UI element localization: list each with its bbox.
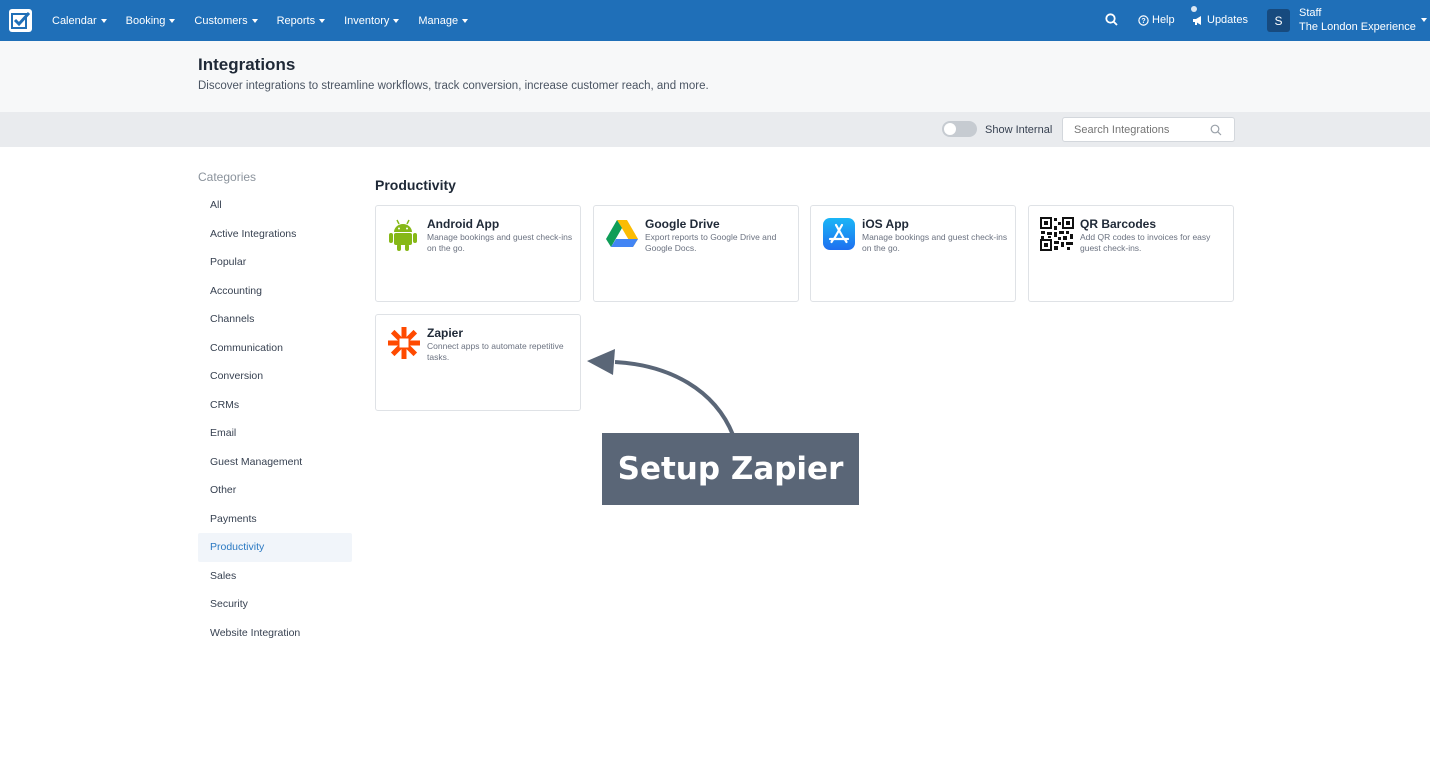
setup-zapier-callout: Setup Zapier	[602, 433, 859, 505]
nav-reports[interactable]: Reports	[277, 15, 326, 27]
nav-reports-label: Reports	[276, 14, 316, 27]
integration-card-ios-app[interactable]: iOS App Manage bookings and guest check-…	[810, 205, 1016, 302]
card-description: Manage bookings and guest check-ins on t…	[427, 232, 573, 253]
svg-text:?: ?	[1141, 18, 1145, 25]
categories-title: Categories	[198, 170, 257, 184]
android-icon	[387, 217, 419, 251]
category-email[interactable]: Email	[198, 419, 352, 448]
search-icon[interactable]	[1210, 123, 1222, 141]
card-description: Manage bookings and guest check-ins on t…	[862, 232, 1008, 253]
category-other[interactable]: Other	[198, 476, 352, 505]
integration-card-qr-barcodes[interactable]: QR Barcodes Add QR codes to invoices for…	[1028, 205, 1234, 302]
avatar-initial: S	[1274, 13, 1283, 28]
app-store-icon	[822, 217, 855, 251]
user-menu[interactable]: Staff The London Experience	[1299, 6, 1416, 34]
qr-code-icon	[1040, 217, 1074, 251]
card-title: Android App	[427, 217, 500, 231]
nav-customers-label: Customers	[194, 14, 248, 27]
category-communication[interactable]: Communication	[198, 334, 352, 363]
updates-notification-dot	[1191, 6, 1197, 12]
nav-manage[interactable]: Manage	[418, 14, 469, 27]
help-label: Help	[1152, 14, 1175, 26]
chevron-down-icon	[169, 18, 176, 23]
card-title: iOS App	[862, 217, 909, 231]
page-header	[0, 41, 1430, 112]
card-description: Add QR codes to invoices for easy guest …	[1080, 232, 1211, 253]
chevron-down-icon	[100, 18, 107, 23]
card-description: Connect apps to automate repetitive task…	[427, 341, 564, 362]
toggle-knob[interactable]	[944, 123, 956, 135]
chevron-down-icon	[393, 18, 400, 23]
category-popular[interactable]: Popular	[198, 248, 352, 277]
chevron-down-icon	[319, 18, 326, 23]
avatar[interactable]: S	[1267, 9, 1290, 32]
zapier-icon	[387, 326, 420, 360]
category-conversion[interactable]: Conversion	[198, 362, 352, 391]
annotation-arrow-icon	[585, 345, 745, 445]
integration-card-zapier[interactable]: Zapier Connect apps to automate repetiti…	[375, 314, 581, 411]
integration-card-google-drive[interactable]: Google Drive Export reports to Google Dr…	[593, 205, 799, 302]
updates-button[interactable]: Updates	[1192, 14, 1248, 26]
updates-label: Updates	[1207, 14, 1248, 26]
app-logo-icon[interactable]	[9, 9, 32, 32]
chevron-down-icon	[462, 18, 469, 23]
categories-list: All Active Integrations Popular Accounti…	[198, 191, 352, 647]
category-sales[interactable]: Sales	[198, 562, 352, 591]
card-title: Google Drive	[645, 217, 720, 231]
nav-inventory[interactable]: Inventory	[344, 14, 400, 27]
page-subtitle: Discover integrations to streamline work…	[198, 80, 709, 92]
section-title: Productivity	[375, 177, 456, 193]
nav-manage-label: Manage	[418, 14, 459, 27]
global-search-icon[interactable]	[1105, 13, 1118, 26]
google-drive-icon	[605, 217, 638, 251]
integration-card-android-app[interactable]: Android App Manage bookings and guest ch…	[375, 205, 581, 302]
category-channels[interactable]: Channels	[198, 305, 352, 334]
category-website-integration[interactable]: Website Integration	[198, 619, 352, 648]
card-title: QR Barcodes	[1080, 217, 1157, 231]
category-productivity[interactable]: Productivity	[198, 533, 352, 562]
category-active-integrations[interactable]: Active Integrations	[198, 220, 352, 249]
card-title: Zapier	[427, 326, 464, 340]
nav-calendar-label: Calendar	[52, 14, 97, 27]
nav-booking[interactable]: Booking	[126, 15, 176, 27]
category-payments[interactable]: Payments	[198, 505, 352, 534]
page-title: Integrations	[198, 55, 296, 74]
category-all[interactable]: All	[198, 191, 352, 220]
category-security[interactable]: Security	[198, 590, 352, 619]
chevron-down-icon	[251, 18, 258, 23]
megaphone-icon	[1193, 15, 1201, 25]
chevron-down-icon[interactable]	[1421, 18, 1427, 22]
user-company: The London Experience	[1299, 21, 1416, 33]
nav-customers[interactable]: Customers	[194, 14, 258, 27]
nav-inventory-label: Inventory	[344, 14, 390, 27]
category-crms[interactable]: CRMs	[198, 391, 352, 420]
main-menu: Calendar Booking Customers Reports Inven…	[52, 0, 487, 41]
show-internal-label: Show Internal	[985, 124, 1053, 136]
nav-booking-label: Booking	[125, 14, 166, 27]
nav-calendar[interactable]: Calendar	[52, 15, 107, 27]
category-accounting[interactable]: Accounting	[198, 277, 352, 306]
user-role: Staff	[1299, 7, 1322, 19]
help-button[interactable]: ? Help	[1138, 14, 1175, 26]
card-description: Export reports to Google Drive and Googl…	[645, 232, 777, 253]
question-circle-icon: ?	[1138, 14, 1149, 26]
category-guest-management[interactable]: Guest Management	[198, 448, 352, 477]
